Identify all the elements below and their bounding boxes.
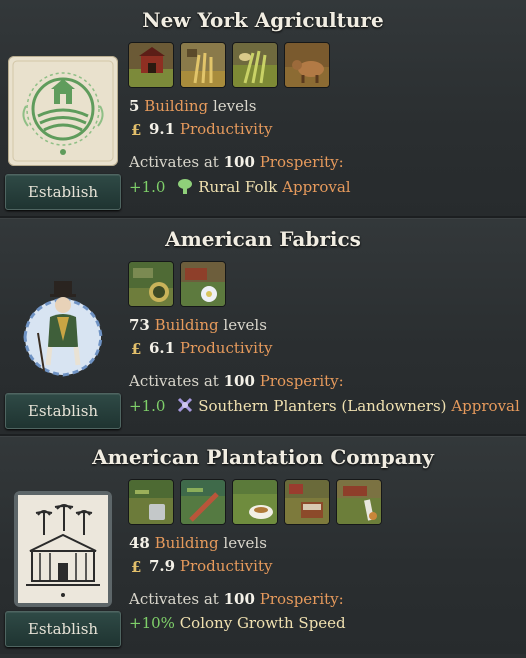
dandy-emblem	[8, 275, 118, 385]
productivity-link[interactable]: Productivity	[180, 120, 273, 138]
levels-label: levels	[223, 316, 267, 334]
svg-text:£: £	[131, 121, 141, 137]
effect-value: +1.0	[129, 397, 166, 415]
prosperity-value: 100	[223, 153, 255, 171]
productivity-line: £ 9.1 Productivity	[129, 120, 272, 141]
building-count: 5	[129, 97, 140, 115]
building-icon-row	[128, 479, 382, 525]
activates-label: Activates at	[129, 590, 219, 608]
productivity-value: 7.9	[149, 557, 176, 575]
effect-line: +10% Colony Growth Speed	[129, 614, 346, 632]
activation-line: Activates at 100 Prosperity:	[129, 590, 344, 608]
building-link[interactable]: Building	[155, 534, 219, 552]
productivity-line: £ 6.1 Productivity	[129, 339, 272, 360]
company-panel-american-fabrics: American Fabrics 73 Building levels £ 6.…	[0, 218, 526, 436]
productivity-link[interactable]: Productivity	[180, 339, 273, 357]
company-panel-american-plantation-company: American Plantation Company 48 Building …	[0, 436, 526, 654]
effect-line: +1.0 Southern Planters (Landowners) Appr…	[129, 396, 520, 418]
effect-value: +10%	[129, 614, 175, 632]
productivity-link[interactable]: Productivity	[180, 557, 273, 575]
productivity-value: 6.1	[149, 339, 176, 357]
landowners-icon	[176, 396, 194, 418]
rye-farm-icon[interactable]	[232, 42, 278, 88]
establish-button[interactable]: Establish	[5, 174, 121, 210]
company-title: American Fabrics	[165, 227, 361, 251]
tobacco-plantation-icon[interactable]	[180, 479, 226, 525]
vineyard-icon[interactable]	[336, 479, 382, 525]
sugar-plantation-icon[interactable]	[284, 479, 330, 525]
prosperity-link[interactable]: Prosperity:	[260, 153, 344, 171]
effect-label[interactable]: Southern Planters (Landowners)	[198, 397, 446, 415]
company-title: American Plantation Company	[92, 445, 434, 469]
building-levels-line: 73 Building levels	[129, 316, 267, 334]
prosperity-value: 100	[223, 372, 255, 390]
productivity-value: 9.1	[149, 120, 176, 138]
establish-button[interactable]: Establish	[5, 393, 121, 429]
activation-line: Activates at 100 Prosperity:	[129, 153, 344, 171]
effect-label[interactable]: Rural Folk	[198, 178, 277, 196]
productivity-line: £ 7.9 Productivity	[129, 557, 272, 578]
levels-label: levels	[223, 534, 267, 552]
wheat-farm-icon[interactable]	[180, 42, 226, 88]
levels-label: levels	[212, 97, 257, 115]
prosperity-link[interactable]: Prosperity:	[260, 372, 344, 390]
pound-money-icon: £	[129, 340, 145, 360]
activates-label: Activates at	[129, 153, 219, 171]
svg-text:£: £	[131, 340, 141, 356]
building-levels-line: 5 Building levels	[129, 97, 256, 115]
building-link[interactable]: Building	[155, 316, 219, 334]
building-icon-row	[128, 261, 226, 307]
prosperity-link[interactable]: Prosperity:	[260, 590, 344, 608]
textile-mill-icon[interactable]	[180, 261, 226, 307]
effect-line: +1.0 Rural Folk Approval	[129, 177, 351, 199]
rural-folk-icon	[176, 177, 194, 199]
building-icon-row	[128, 42, 330, 88]
pound-money-icon: £	[129, 558, 145, 578]
effect-value: +1.0	[129, 178, 166, 196]
building-count: 48	[129, 534, 150, 552]
approval-link[interactable]: Approval	[451, 397, 519, 415]
tea-plantation-icon[interactable]	[232, 479, 278, 525]
prosperity-value: 100	[223, 590, 255, 608]
livestock-ranch-icon[interactable]	[284, 42, 330, 88]
establish-button[interactable]: Establish	[5, 611, 121, 647]
plantation-house-emblem	[14, 491, 112, 607]
building-link[interactable]: Building	[144, 97, 208, 115]
company-panel-new-york-agriculture: New York Agriculture 5 Building levels £…	[0, 0, 526, 218]
cotton-plantation-icon[interactable]	[128, 261, 174, 307]
farm-emblem	[8, 56, 118, 166]
building-count: 73	[129, 316, 150, 334]
approval-link[interactable]: Approval	[282, 178, 350, 196]
activates-label: Activates at	[129, 372, 219, 390]
effect-label[interactable]: Colony Growth Speed	[180, 614, 346, 632]
svg-text:£: £	[131, 558, 141, 574]
pound-money-icon: £	[129, 121, 145, 141]
building-levels-line: 48 Building levels	[129, 534, 267, 552]
barn-building-icon[interactable]	[128, 42, 174, 88]
activation-line: Activates at 100 Prosperity:	[129, 372, 344, 390]
coffee-plantation-icon[interactable]	[128, 479, 174, 525]
company-title: New York Agriculture	[142, 8, 384, 32]
